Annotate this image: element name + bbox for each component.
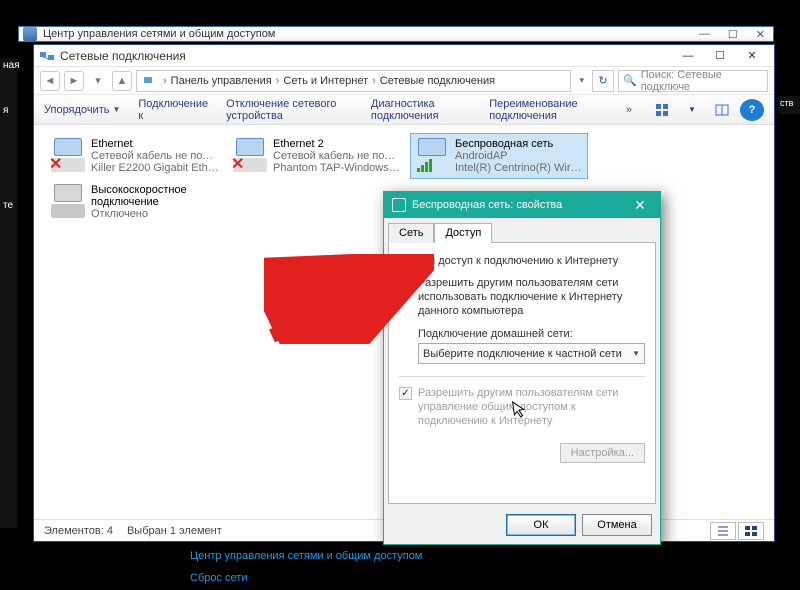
- allow-control-label: Разрешить другим пользователям сети упра…: [418, 387, 645, 428]
- command-bar: Упорядочить▼ Подключение к Отключение се…: [34, 95, 774, 125]
- link-network-center[interactable]: Центр управления сетями и общим доступом: [190, 550, 422, 562]
- wifi-icon: [415, 138, 449, 172]
- cancel-button[interactable]: Отмена: [582, 514, 652, 536]
- tab-network[interactable]: Сеть: [388, 223, 434, 243]
- breadcrumb-item[interactable]: Панель управления: [171, 75, 272, 87]
- selection-count: Выбран 1 элемент: [127, 525, 222, 537]
- separator: [399, 376, 645, 377]
- cmd-organize[interactable]: Упорядочить▼: [44, 104, 120, 116]
- right-fragment: ств: [778, 96, 800, 114]
- allow-sharing-checkbox[interactable]: [399, 277, 412, 290]
- network-center-title: Центр управления сетями и общим доступом: [43, 28, 275, 40]
- connection-status: AndroidAP: [455, 150, 583, 162]
- refresh-button[interactable]: ↻: [592, 70, 614, 92]
- connection-adapter: Killer E2200 Gigabit Etherne...: [91, 162, 219, 174]
- settings-button: Настройка...: [560, 443, 645, 463]
- network-center-icon: [23, 27, 37, 41]
- breadcrumb-chevron[interactable]: ▾: [575, 75, 588, 86]
- sharing-section-title: Общий доступ к подключению к Интернету: [399, 255, 645, 267]
- back-button[interactable]: ◄: [40, 71, 60, 91]
- connection-adapter: Intel(R) Centrino(R) Wireles...: [455, 162, 583, 174]
- dialog-buttons: ОК Отмена: [384, 508, 660, 544]
- search-icon: 🔍: [623, 74, 637, 87]
- view-options-button[interactable]: [650, 99, 674, 121]
- maximize-icon[interactable]: ☐: [728, 28, 738, 41]
- home-network-dropdown[interactable]: Выберите подключение к частной сети ▼: [418, 343, 645, 364]
- breadcrumb-item[interactable]: Сетевые подключения: [380, 75, 495, 87]
- view-dropdown-button[interactable]: ▼: [680, 99, 704, 121]
- help-button[interactable]: ?: [740, 99, 764, 121]
- cmd-connect[interactable]: Подключение к: [138, 98, 208, 122]
- window-title: Сетевые подключения: [60, 49, 186, 63]
- search-input[interactable]: 🔍 Поиск: Сетевые подключе: [618, 70, 768, 92]
- connection-wireless[interactable]: Беспроводная сеть AndroidAP Intel(R) Cen…: [410, 133, 588, 179]
- breadcrumb-icon: [141, 74, 155, 88]
- minimize-button[interactable]: —: [672, 45, 704, 67]
- recent-button[interactable]: ▾: [88, 71, 108, 91]
- ethernet-icon: ✕: [51, 138, 85, 172]
- dialog-close-button[interactable]: ✕: [628, 197, 652, 214]
- ethernet-icon: ✕: [233, 138, 267, 172]
- wireless-icon: [392, 198, 406, 212]
- link-network-reset[interactable]: Сброс сети: [190, 572, 422, 584]
- disconnected-icon: ✕: [49, 154, 62, 174]
- tiles-view-button[interactable]: [738, 522, 764, 540]
- tab-sharing[interactable]: Доступ: [434, 223, 492, 243]
- item-count: Элементов: 4: [44, 525, 113, 537]
- allow-control-checkbox: [399, 387, 412, 400]
- background-links: Центр управления сетями и общим доступом…: [190, 550, 422, 590]
- chevron-down-icon: ▼: [632, 349, 640, 358]
- navigation-row: ◄ ► ▾ ▲ › Панель управления › Сеть и Инт…: [34, 67, 774, 95]
- details-view-button[interactable]: [710, 522, 736, 540]
- search-placeholder: Поиск: Сетевые подключе: [641, 69, 763, 93]
- close-button[interactable]: ✕: [736, 45, 768, 67]
- cmd-diagnose[interactable]: Диагностика подключения: [371, 98, 471, 122]
- connection-adapter: Phantom TAP-Windows A...: [273, 162, 401, 174]
- ok-button[interactable]: ОК: [506, 514, 576, 536]
- dialog-body: Общий доступ к подключению к Интернету Р…: [388, 242, 656, 504]
- titlebar: Сетевые подключения — ☐ ✕: [34, 45, 774, 67]
- up-button[interactable]: ▲: [112, 71, 132, 91]
- network-center-window-titlebar: Центр управления сетями и общим доступом…: [18, 26, 774, 42]
- cmd-disable[interactable]: Отключение сетевого устройства: [226, 98, 353, 122]
- close-icon[interactable]: ✕: [756, 28, 765, 41]
- details-pane-button[interactable]: [710, 99, 734, 121]
- connection-status: Сетевой кабель не подкл...: [91, 150, 219, 162]
- connection-name: Высокоскоростное подключение: [91, 184, 221, 208]
- disconnected-icon: ✕: [231, 154, 244, 174]
- home-network-label: Подключение домашней сети:: [418, 328, 645, 340]
- left-panel-fragment: ная я те: [0, 58, 17, 528]
- connection-name: Беспроводная сеть: [455, 138, 583, 150]
- connection-ethernet2[interactable]: ✕ Ethernet 2 Сетевой кабель не подкл... …: [228, 133, 406, 179]
- dialog-title: Беспроводная сеть: свойства: [412, 199, 562, 211]
- connection-ethernet[interactable]: ✕ Ethernet Сетевой кабель не подкл... Ki…: [46, 133, 224, 179]
- minimize-icon[interactable]: —: [699, 28, 710, 41]
- allow-sharing-label: Разрешить другим пользователям сети испо…: [418, 277, 645, 318]
- network-icon: [40, 49, 54, 63]
- connection-name: Ethernet 2: [273, 138, 401, 150]
- window-controls-bg: — ☐ ✕: [699, 28, 773, 41]
- connection-broadband[interactable]: Высокоскоростное подключение Отключено: [46, 179, 226, 225]
- maximize-button[interactable]: ☐: [704, 45, 736, 67]
- connection-name: Ethernet: [91, 138, 219, 150]
- dropdown-value: Выберите подключение к частной сети: [423, 348, 622, 360]
- breadcrumb[interactable]: › Панель управления › Сеть и Интернет › …: [136, 70, 571, 92]
- connection-status: Отключено: [91, 208, 221, 220]
- cursor-icon: [511, 399, 528, 424]
- breadcrumb-item[interactable]: Сеть и Интернет: [283, 75, 368, 87]
- dialog-titlebar: Беспроводная сеть: свойства ✕: [384, 192, 660, 218]
- dialog-tabs: Сеть Доступ: [384, 218, 660, 242]
- forward-button[interactable]: ►: [64, 71, 84, 91]
- connection-status: Сетевой кабель не подкл...: [273, 150, 401, 162]
- wireless-properties-dialog: Беспроводная сеть: свойства ✕ Сеть Досту…: [383, 191, 661, 545]
- broadband-icon: [51, 184, 85, 218]
- cmd-rename[interactable]: Переименование подключения: [489, 98, 608, 122]
